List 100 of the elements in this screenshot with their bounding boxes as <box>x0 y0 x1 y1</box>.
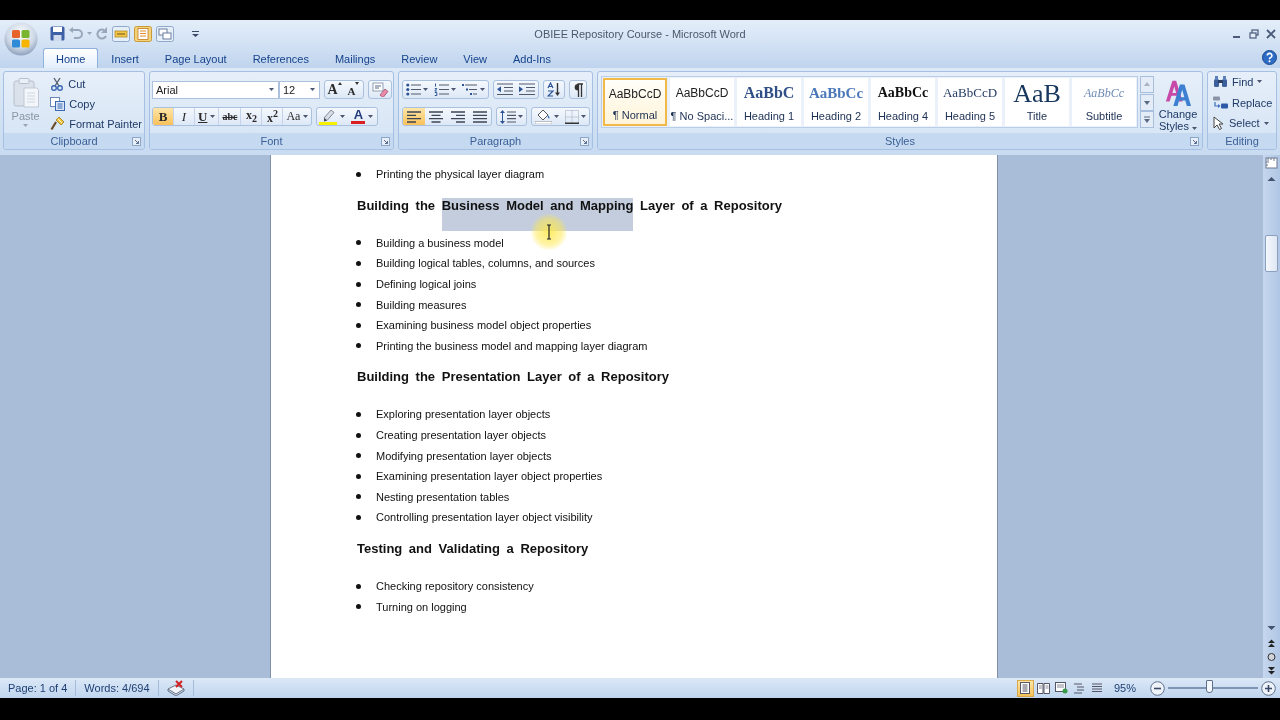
dialog-launcher-icon[interactable] <box>580 136 589 146</box>
paintbrush-icon <box>50 116 66 132</box>
group-label: Editing <box>1225 135 1259 147</box>
vertical-scrollbar[interactable] <box>1263 155 1280 678</box>
clear-formatting-button[interactable] <box>368 80 392 99</box>
caret-icon <box>340 115 346 118</box>
shrink-font-button[interactable]: A <box>344 81 363 98</box>
ribbon-tab[interactable]: Insert <box>98 48 152 68</box>
caret-icon <box>518 115 523 118</box>
ribbon-tab[interactable]: Add-Ins <box>500 48 564 68</box>
copy-button[interactable]: Copy <box>48 94 144 114</box>
scrollbar-thumb[interactable] <box>1265 235 1278 272</box>
dialog-launcher-icon[interactable] <box>381 136 390 146</box>
bullet-text: Examining business model object properties <box>376 319 592 332</box>
caret-icon <box>1257 80 1263 84</box>
ribbon-tab[interactable]: Review <box>388 48 451 68</box>
help-icon[interactable] <box>1262 50 1277 65</box>
line-spacing-icon <box>500 109 516 124</box>
customize-caret-icon[interactable] <box>192 30 199 37</box>
style-item[interactable]: AaB Title <box>1005 78 1069 126</box>
bullet-icon <box>356 473 361 479</box>
ribbon-tab[interactable]: References <box>239 48 322 68</box>
superscript-button[interactable]: x$^{2}$ <box>262 108 284 125</box>
section-heading: Testing and Validating a Repository <box>357 540 590 558</box>
zoom-in-icon[interactable] <box>1261 680 1276 696</box>
group-label: Paragraph <box>469 135 522 147</box>
ribbon-tab[interactable]: View <box>450 48 500 68</box>
font-name-field[interactable]: Arial <box>152 80 279 99</box>
cut-button[interactable]: Cut <box>48 75 144 94</box>
dialog-launcher-icon[interactable] <box>132 136 141 146</box>
align-left-icon <box>407 110 421 123</box>
more-icon[interactable] <box>1140 111 1154 128</box>
align-right-icon <box>451 110 465 123</box>
multilevel-list-button[interactable] <box>459 81 488 98</box>
bold-button[interactable]: B <box>153 108 174 125</box>
ribbon-tab[interactable]: Home <box>43 48 99 68</box>
style-item[interactable]: AaBbCcD Heading 5 <box>938 78 1002 126</box>
grow-font-button[interactable]: A <box>325 81 344 98</box>
align-left-button[interactable] <box>403 108 425 125</box>
section-heading: Building the Business Model and Mapping Layer of a Repository <box>357 197 997 231</box>
increase-indent-button[interactable] <box>516 81 538 98</box>
bullet-icon <box>356 432 361 438</box>
underline-button[interactable]: U <box>195 108 220 125</box>
close-icon[interactable] <box>1266 28 1276 39</box>
paint-bucket-icon <box>535 109 552 124</box>
show-formatting-marks-button[interactable] <box>569 80 587 99</box>
style-item[interactable]: AaBbCc Heading 2 <box>804 78 868 126</box>
scroll-down-icon[interactable] <box>1140 93 1154 111</box>
page-icon <box>1019 682 1032 694</box>
justify-icon <box>473 110 487 123</box>
restore-icon[interactable] <box>1249 28 1259 39</box>
zoom-level[interactable]: 95% <box>1113 682 1136 694</box>
select-button[interactable]: Select <box>1211 113 1276 133</box>
change-case-button[interactable]: Aa <box>283 108 312 125</box>
bullet-icon <box>356 453 361 459</box>
ribbon-tab[interactable]: Mailings <box>321 48 389 68</box>
proofing-icon[interactable] <box>166 680 185 696</box>
find-button[interactable]: Find <box>1211 72 1276 92</box>
dialog-launcher-icon[interactable] <box>1190 136 1199 146</box>
format-painter-button[interactable]: Format Painter <box>48 114 144 133</box>
section-heading: Building the Presentation Layer of a Repository <box>357 369 670 387</box>
style-item[interactable]: AaBbCcD ¶ Normal <box>603 78 667 126</box>
windows-icon[interactable] <box>156 25 174 42</box>
font-color-button[interactable]: A <box>347 108 378 125</box>
style-item[interactable]: AaBbCc Subtitle <box>1072 78 1136 126</box>
document-icon[interactable] <box>134 25 152 42</box>
change-styles-button[interactable]: Change Styles <box>1156 76 1200 132</box>
font-size-field[interactable]: 12 <box>279 80 320 99</box>
bullets-button[interactable] <box>403 81 431 98</box>
caret-icon <box>303 115 309 118</box>
tag-icon[interactable] <box>112 25 130 42</box>
bullet-text: Modifying presentation layer objects <box>376 449 552 462</box>
ribbon-tab[interactable]: Page Layout <box>151 48 240 68</box>
italic-button[interactable]: I <box>174 108 195 125</box>
numbering-button[interactable] <box>431 81 459 98</box>
decrease-indent-button[interactable] <box>494 81 516 98</box>
caret-icon[interactable] <box>310 88 315 91</box>
save-icon[interactable] <box>50 26 65 41</box>
zoom-out-icon[interactable] <box>1150 680 1165 696</box>
style-item[interactable]: AaBbCc Heading 4 <box>871 78 935 126</box>
caret-icon[interactable] <box>269 88 274 91</box>
shading-button[interactable] <box>532 108 562 125</box>
style-item[interactable]: AaBbC Heading 1 <box>737 78 801 126</box>
highlight-button[interactable] <box>317 108 348 125</box>
borders-button[interactable] <box>562 108 589 125</box>
ruler-icon[interactable] <box>1263 155 1280 171</box>
line-spacing-button[interactable] <box>496 107 527 126</box>
window-title: OBIEE Repository Course - Microsoft Word <box>534 27 746 40</box>
slider-thumb[interactable] <box>1206 680 1214 693</box>
sort-button[interactable] <box>543 80 565 99</box>
group-label: Styles <box>885 135 915 147</box>
caret-icon <box>581 115 586 118</box>
style-item[interactable]: AaBbCcD ¶ No Spaci... <box>670 78 734 126</box>
subscript-button[interactable]: x$_{2}$ <box>241 108 263 125</box>
highlighter-icon <box>319 108 338 125</box>
print-layout-button[interactable] <box>1016 679 1034 697</box>
replace-button[interactable]: Replace <box>1211 92 1276 113</box>
bullets-icon <box>406 83 421 96</box>
caret-icon <box>23 124 29 127</box>
strikethrough-button[interactable]: abc <box>219 108 242 125</box>
